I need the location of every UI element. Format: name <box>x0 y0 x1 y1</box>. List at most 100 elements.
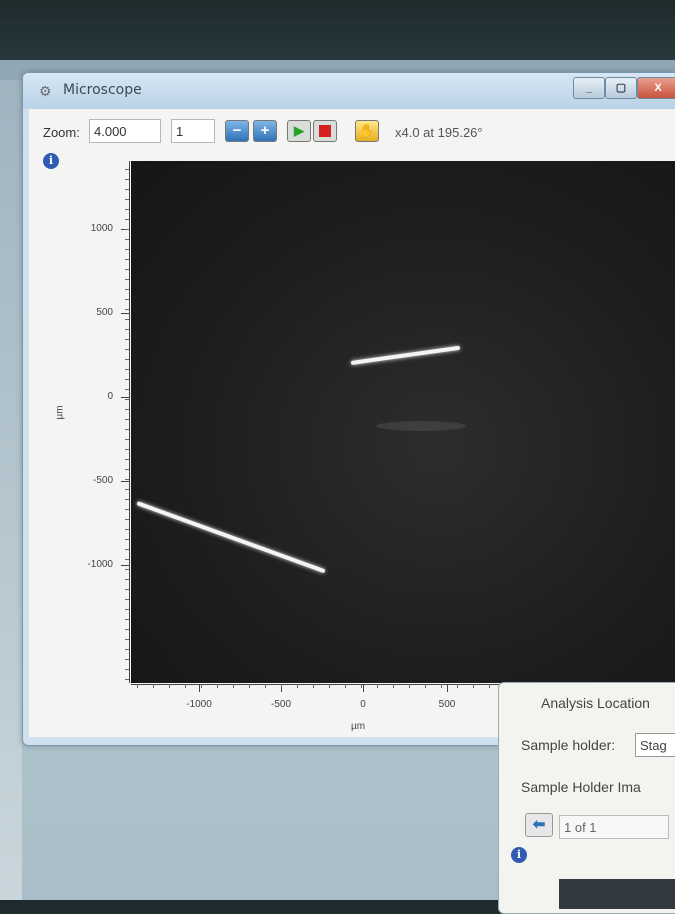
x-minor-tick <box>425 684 426 688</box>
y-minor-tick <box>125 669 129 670</box>
x-minor-tick <box>377 684 378 688</box>
y-minor-tick <box>125 259 129 260</box>
bright-streak-lower <box>136 501 326 574</box>
x-minor-tick <box>137 684 138 688</box>
x-tick <box>199 684 200 692</box>
y-minor-tick <box>125 439 129 440</box>
y-minor-tick <box>125 609 129 610</box>
y-axis-unit: µm <box>54 405 66 420</box>
y-minor-tick <box>125 249 129 250</box>
analysis-location-panel: Analysis Location Sample holder: Stag Sa… <box>498 682 675 914</box>
x-minor-tick <box>473 684 474 688</box>
play-button[interactable]: ▶ <box>287 120 311 142</box>
y-minor-tick <box>125 399 129 400</box>
y-tick-label: -500 <box>92 475 113 486</box>
zoom-input[interactable]: 4.000 <box>89 119 161 143</box>
y-minor-tick <box>125 329 129 330</box>
y-tick <box>121 397 129 398</box>
y-minor-tick <box>125 189 129 190</box>
sample-holder-label: Sample holder: <box>521 737 616 753</box>
y-axis <box>129 161 130 683</box>
y-minor-tick <box>125 289 129 290</box>
y-minor-tick <box>125 449 129 450</box>
y-minor-tick <box>125 649 129 650</box>
y-minor-tick <box>125 369 129 370</box>
y-minor-tick <box>125 389 129 390</box>
y-minor-tick <box>125 429 129 430</box>
desktop-background <box>0 80 22 900</box>
y-minor-tick <box>125 169 129 170</box>
y-minor-tick <box>125 219 129 220</box>
zoom-out-button[interactable]: − <box>225 120 249 142</box>
y-minor-tick <box>125 239 129 240</box>
close-button[interactable]: X <box>637 77 675 99</box>
x-minor-tick <box>217 684 218 688</box>
zoom-status-text: x4.0 at 195.26° <box>395 125 483 140</box>
microscope-icon: ⚙ <box>39 83 52 99</box>
x-tick-label: -500 <box>270 699 291 710</box>
x-axis-unit: µm <box>351 721 366 732</box>
y-minor-tick <box>125 269 129 270</box>
y-minor-tick <box>125 299 129 300</box>
x-minor-tick <box>249 684 250 688</box>
pan-hand-button[interactable]: ✋ <box>355 120 379 142</box>
sample-holder-preview <box>559 879 675 909</box>
y-minor-tick <box>125 379 129 380</box>
zoom-in-button[interactable]: + <box>253 120 277 142</box>
window-title: Microscope <box>63 82 142 98</box>
toolbar: Zoom: 4.000 1 − + ▶ ✋ x4.0 at 195.26° <box>29 109 675 149</box>
y-minor-tick <box>125 629 129 630</box>
x-tick <box>447 684 448 692</box>
x-minor-tick <box>153 684 154 688</box>
y-minor-tick <box>125 409 129 410</box>
bright-streak-upper <box>350 345 461 365</box>
window-client: Zoom: 4.000 1 − + ▶ ✋ x4.0 at 195.26° i … <box>29 109 675 737</box>
x-minor-tick <box>313 684 314 688</box>
microscope-image[interactable] <box>131 161 675 683</box>
zoom-label: Zoom: <box>43 125 80 140</box>
info-icon[interactable]: i <box>511 847 527 863</box>
back-arrow-button[interactable]: ⬅ <box>525 813 553 837</box>
y-minor-tick <box>125 679 129 680</box>
x-minor-tick <box>457 684 458 688</box>
y-minor-tick <box>125 279 129 280</box>
y-minor-tick <box>125 619 129 620</box>
minimize-button[interactable]: _ <box>573 77 605 99</box>
x-minor-tick <box>233 684 234 688</box>
stop-button[interactable] <box>313 120 337 142</box>
x-minor-tick <box>297 684 298 688</box>
maximize-button[interactable]: ▢ <box>605 77 637 99</box>
x-minor-tick <box>345 684 346 688</box>
y-minor-tick <box>125 229 129 230</box>
y-minor-tick <box>125 209 129 210</box>
x-minor-tick <box>393 684 394 688</box>
sample-holder-image-label: Sample Holder Ima <box>521 779 641 795</box>
title-bar[interactable]: ⚙ Microscope _ ▢ X <box>23 73 675 109</box>
y-tick-label: 0 <box>107 391 113 402</box>
page-indicator[interactable]: 1 of 1 <box>559 815 669 839</box>
y-minor-tick <box>125 529 129 530</box>
sample-holder-select[interactable]: Stag <box>635 733 675 757</box>
microscope-window: ⚙ Microscope _ ▢ X Zoom: 4.000 1 − + ▶ ✋… <box>22 72 675 746</box>
y-minor-tick <box>125 179 129 180</box>
info-icon[interactable]: i <box>43 153 59 169</box>
y-minor-tick <box>125 359 129 360</box>
x-minor-tick <box>361 684 362 688</box>
x-minor-tick <box>169 684 170 688</box>
y-minor-tick <box>125 319 129 320</box>
x-minor-tick <box>185 684 186 688</box>
x-tick-label: 0 <box>360 699 366 710</box>
y-tick-label: 500 <box>96 307 113 318</box>
y-minor-tick <box>125 659 129 660</box>
step-input[interactable]: 1 <box>171 119 215 143</box>
y-minor-tick <box>125 539 129 540</box>
y-minor-tick <box>125 479 129 480</box>
y-minor-tick <box>125 419 129 420</box>
y-tick <box>121 481 129 482</box>
y-minor-tick <box>125 349 129 350</box>
x-minor-tick <box>201 684 202 688</box>
x-minor-tick <box>489 684 490 688</box>
y-minor-tick <box>125 469 129 470</box>
x-minor-tick <box>329 684 330 688</box>
y-minor-tick <box>125 339 129 340</box>
